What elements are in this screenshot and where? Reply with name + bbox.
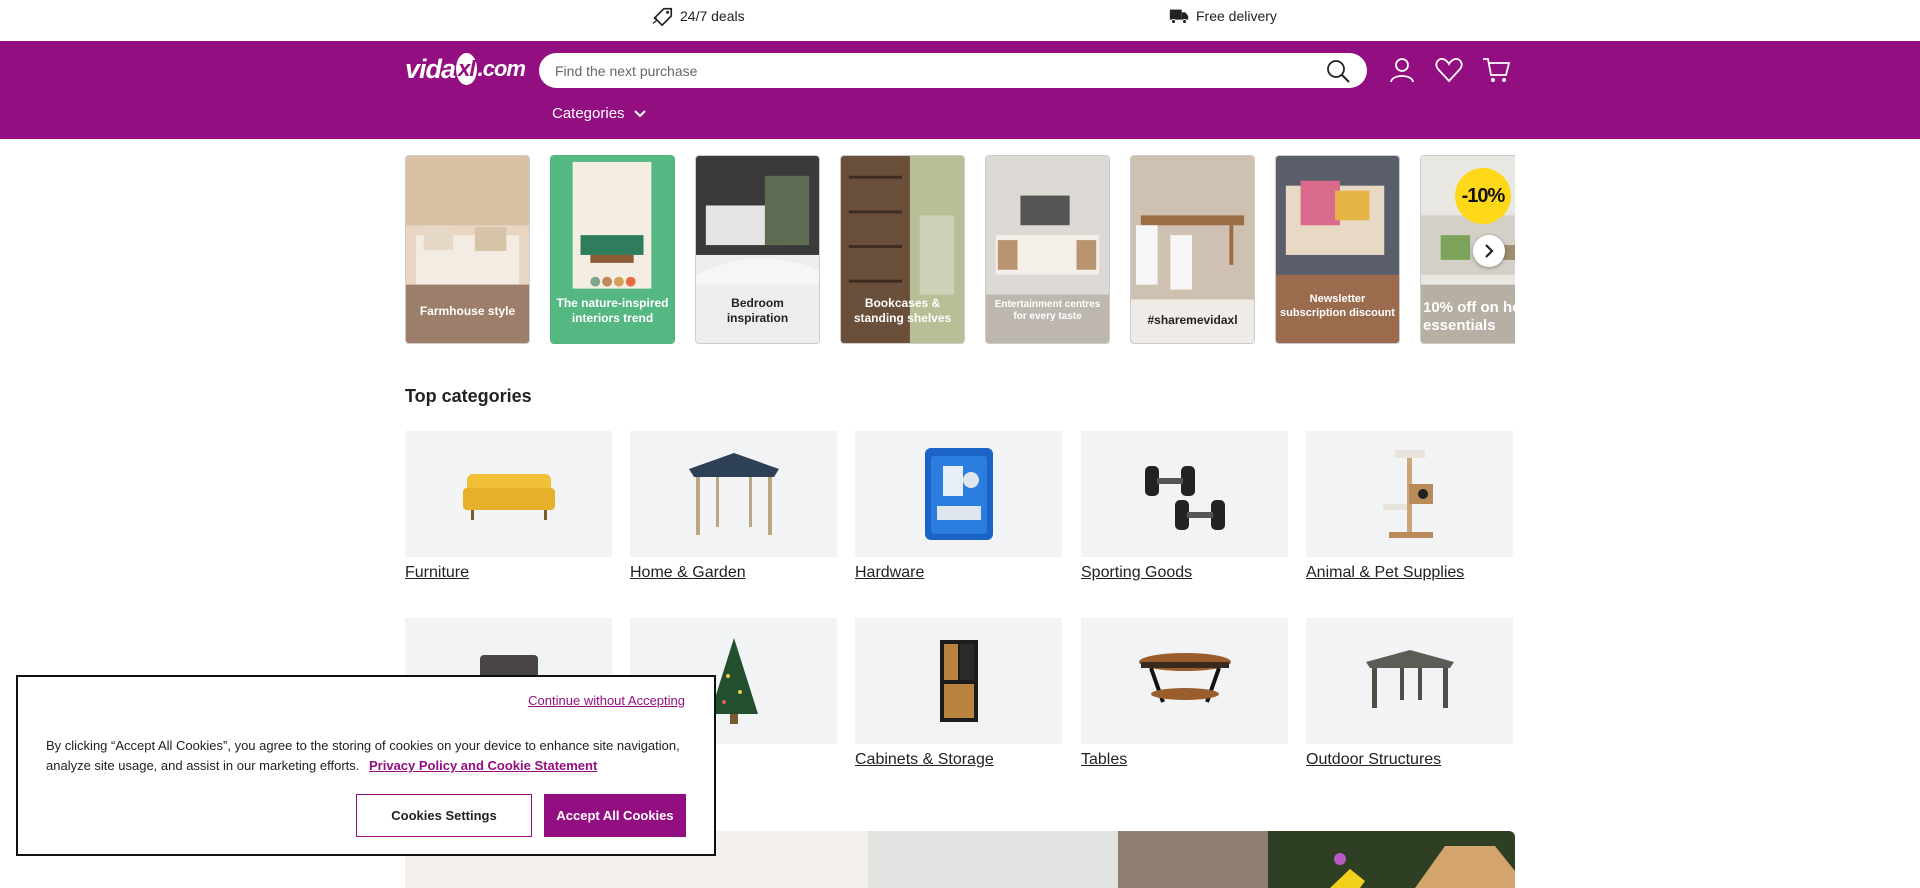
- delivery-info[interactable]: Free delivery: [1168, 5, 1277, 27]
- carousel-tile[interactable]: Newsletter subscription discount: [1275, 155, 1400, 344]
- delivery-truck-icon: [1169, 9, 1189, 24]
- category-card[interactable]: Tables: [1081, 618, 1288, 769]
- sofa-image: [462, 474, 555, 520]
- carousel-tile[interactable]: Entertainment centres for every taste: [985, 155, 1110, 344]
- category-label[interactable]: Cabinets & Storage: [855, 751, 1062, 769]
- search-input[interactable]: [555, 62, 1325, 79]
- carousel-caption: Farmhouse style: [419, 304, 516, 318]
- top-categories-title: Top categories: [405, 386, 532, 406]
- cart-icon[interactable]: [1481, 55, 1511, 85]
- deals-tag-icon: [652, 7, 673, 27]
- carousel-caption: Newsletter subscription discount: [1280, 293, 1395, 319]
- cabinet-image: [939, 640, 978, 722]
- category-label[interactable]: Tables: [1081, 751, 1288, 769]
- cookies-settings-button[interactable]: Cookies Settings: [356, 794, 532, 837]
- delivery-label: Free delivery: [1196, 8, 1277, 24]
- coffee-table-image: [1138, 653, 1231, 703]
- wishlist-heart-icon[interactable]: [1434, 55, 1464, 85]
- category-card[interactable]: Animal & Pet Supplies: [1306, 431, 1513, 582]
- categories-label: Categories: [552, 105, 625, 122]
- carousel-caption: 10% off on home essentials: [1423, 299, 1515, 334]
- continue-without-accepting-link[interactable]: Continue without Accepting: [528, 693, 685, 708]
- category-label[interactable]: Furniture: [405, 564, 612, 582]
- inspiration-carousel: Farmhouse style The nature-inspired inte…: [405, 155, 1515, 344]
- carousel-tile[interactable]: The nature-inspired interiors trend: [550, 155, 675, 344]
- account-icon[interactable]: [1387, 55, 1417, 85]
- outdoor-gazebo-image: [1365, 650, 1454, 708]
- carousel-tile[interactable]: Farmhouse style: [405, 155, 530, 344]
- category-card[interactable]: Home & Garden: [630, 431, 837, 582]
- carousel-caption: Entertainment centres for every taste: [994, 299, 1101, 322]
- cookie-text: By clicking “Accept All Cookies”, you ag…: [46, 736, 696, 776]
- category-card[interactable]: Outdoor Structures: [1306, 618, 1513, 769]
- carousel-caption: #sharemevidaxl: [1147, 313, 1238, 327]
- category-label[interactable]: Home & Garden: [630, 564, 837, 582]
- carousel-caption: Bedroom inspiration: [726, 296, 789, 325]
- carousel-caption: The nature-inspired interiors trend: [556, 296, 669, 325]
- toolcase-image: [924, 448, 993, 540]
- cookie-consent-dialog: Continue without Accepting By clicking “…: [16, 675, 716, 856]
- vidaxl-logo[interactable]: vida xl .com: [405, 51, 526, 87]
- search-icon[interactable]: [1325, 58, 1351, 84]
- privacy-policy-link[interactable]: Privacy Policy and Cookie Statement: [369, 758, 597, 773]
- chevron-down-icon: [633, 109, 646, 117]
- category-card[interactable]: Cabinets & Storage: [855, 618, 1062, 769]
- category-card[interactable]: Hardware: [855, 431, 1062, 582]
- carousel-tile[interactable]: #sharemevidaxl: [1130, 155, 1255, 344]
- categories-menu[interactable]: Categories: [552, 105, 647, 122]
- deals-info[interactable]: 24/7 deals: [652, 5, 745, 27]
- carousel-tile[interactable]: Bedroom inspiration: [695, 155, 820, 344]
- category-label[interactable]: Sporting Goods: [1081, 564, 1288, 582]
- top-info-bar: 24/7 deals Free delivery: [0, 0, 1920, 41]
- category-card[interactable]: Furniture: [405, 431, 612, 582]
- dumbbells-image: [1144, 466, 1225, 530]
- accept-all-cookies-button[interactable]: Accept All Cookies: [544, 794, 686, 837]
- carousel-next-button[interactable]: [1473, 235, 1505, 267]
- search-bar: [539, 53, 1367, 88]
- site-header: vidaxl.com Categories: [0, 41, 1920, 139]
- category-label[interactable]: Hardware: [855, 564, 1062, 582]
- cat-tree-image: [1382, 450, 1433, 538]
- deals-label: 24/7 deals: [680, 8, 745, 24]
- carousel-tile[interactable]: Bookcases & standing shelves: [840, 155, 965, 344]
- discount-badge: -10%: [1455, 168, 1511, 224]
- category-label[interactable]: Outdoor Structures: [1306, 751, 1513, 769]
- gazebo-image: [688, 453, 779, 535]
- chevron-right-icon: [1485, 244, 1494, 258]
- category-label[interactable]: Animal & Pet Supplies: [1306, 564, 1513, 582]
- carousel-caption: Bookcases & standing shelves: [853, 296, 952, 325]
- category-card[interactable]: Sporting Goods: [1081, 431, 1288, 582]
